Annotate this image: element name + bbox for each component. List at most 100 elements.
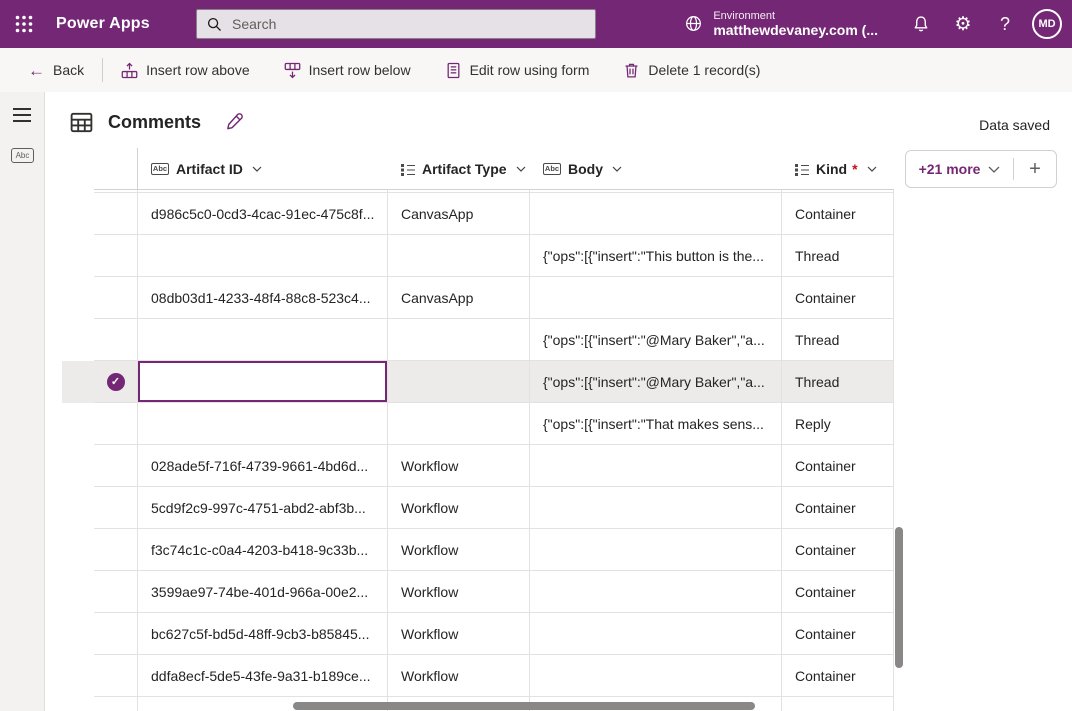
edit-row-using-form-button[interactable]: Edit row using form [443, 62, 592, 79]
table-row[interactable]: f3c74c1c-c0a4-4203-b418-9c33b... Workflo… [62, 529, 894, 571]
table-row[interactable]: 3599ae97-74be-401d-966a-00e2... Workflow… [62, 571, 894, 613]
cell-kind[interactable]: Thread [782, 235, 894, 277]
more-columns-button[interactable]: +21 more [906, 161, 1013, 177]
insert-row-below-button[interactable]: Insert row below [282, 62, 413, 79]
table-row[interactable]: 5cd9f2c9-997c-4751-abd2-abf3b... Workflo… [62, 487, 894, 529]
row-select-strip[interactable] [62, 445, 94, 487]
row-header-cell[interactable] [94, 529, 138, 571]
row-select-strip[interactable] [62, 277, 94, 319]
cell-kind[interactable]: Container [782, 613, 894, 655]
vertical-scrollbar-thumb[interactable] [895, 527, 903, 668]
cell-artifact-type[interactable]: CanvasApp [388, 277, 530, 319]
row-header-cell[interactable] [94, 193, 138, 235]
search-input[interactable] [230, 15, 560, 33]
cell-body[interactable]: {"ops":[{"insert":"@Mary Baker","a... [530, 319, 782, 361]
cell-body[interactable] [530, 487, 782, 529]
help-button[interactable]: ? [984, 0, 1026, 48]
app-title[interactable]: Power Apps [56, 15, 150, 33]
cell-artifact-id[interactable]: ddfa8ecf-5de5-43fe-9a31-b189ce... [138, 655, 388, 697]
row-select-strip[interactable] [62, 487, 94, 529]
cell-artifact-type[interactable] [388, 319, 530, 361]
cell-artifact-type[interactable]: Workflow [388, 487, 530, 529]
row-header-cell[interactable] [94, 319, 138, 361]
avatar[interactable]: MD [1032, 9, 1062, 39]
row-select-strip[interactable] [62, 319, 94, 361]
row-header-cell[interactable] [94, 403, 138, 445]
cell-body[interactable] [530, 571, 782, 613]
chevron-down-icon[interactable] [612, 166, 622, 172]
menu-icon[interactable] [13, 108, 31, 122]
table-row[interactable]: {"ops":[{"insert":"That makes sens... Re… [62, 403, 894, 445]
cell-artifact-id[interactable] [138, 403, 388, 445]
row-select-strip[interactable] [62, 655, 94, 697]
cell-artifact-type[interactable]: Workflow [388, 529, 530, 571]
cell-kind[interactable]: Container [782, 571, 894, 613]
column-header-kind[interactable]: Kind * [782, 148, 894, 190]
back-button[interactable]: ← Back [26, 62, 86, 79]
cell-artifact-type[interactable]: Workflow [388, 571, 530, 613]
cell-kind[interactable]: Container [782, 277, 894, 319]
chevron-down-icon[interactable] [516, 166, 526, 172]
row-select-strip[interactable] [62, 361, 94, 403]
chevron-down-icon[interactable] [252, 166, 262, 172]
cell-artifact-id[interactable]: 3599ae97-74be-401d-966a-00e2... [138, 571, 388, 613]
cell-artifact-type[interactable]: Workflow [388, 613, 530, 655]
cell-artifact-id[interactable] [138, 235, 388, 277]
cell-artifact-type[interactable] [388, 403, 530, 445]
table-row[interactable]: d986c5c0-0cd3-4cac-91ec-475c8f... Canvas… [62, 193, 894, 235]
table-row[interactable]: bc627c5f-bd5d-48ff-9cb3-b85845... Workfl… [62, 613, 894, 655]
column-header-artifact-id[interactable]: Artifact ID [138, 148, 388, 190]
row-header-cell[interactable] [94, 445, 138, 487]
cell-kind[interactable]: Container [782, 445, 894, 487]
cell-kind[interactable]: Container [782, 487, 894, 529]
notifications-button[interactable] [900, 0, 942, 48]
row-header-cell[interactable] [94, 235, 138, 277]
row-header-cell[interactable] [94, 613, 138, 655]
cell-artifact-id[interactable] [138, 319, 388, 361]
row-header-cell[interactable] [94, 277, 138, 319]
cell-artifact-id[interactable]: 5cd9f2c9-997c-4751-abd2-abf3b... [138, 487, 388, 529]
cell-kind[interactable]: Container [782, 193, 894, 235]
waffle-icon[interactable] [0, 0, 48, 48]
cell-artifact-type[interactable]: CanvasApp [388, 193, 530, 235]
chevron-down-icon[interactable] [867, 166, 877, 172]
edit-table-name-button[interactable] [225, 112, 244, 136]
cell-artifact-id[interactable]: 028ade5f-716f-4739-9661-4bd6d... [138, 445, 388, 487]
cell-body[interactable] [530, 655, 782, 697]
row-header-cell[interactable] [94, 655, 138, 697]
horizontal-scrollbar-thumb[interactable] [293, 702, 755, 710]
table-row[interactable]: {"ops":[{"insert":"@Mary Baker","a... Th… [62, 361, 894, 403]
cell-kind[interactable]: Container [782, 655, 894, 697]
cell-body[interactable] [530, 277, 782, 319]
cell-artifact-id[interactable]: bc627c5f-bd5d-48ff-9cb3-b85845... [138, 613, 388, 655]
cell-body[interactable]: {"ops":[{"insert":"This button is the... [530, 235, 782, 277]
cell-body[interactable]: {"ops":[{"insert":"That makes sens... [530, 403, 782, 445]
table-row[interactable]: 028ade5f-716f-4739-9661-4bd6d... Workflo… [62, 445, 894, 487]
row-select-strip[interactable] [62, 193, 94, 235]
row-select-strip[interactable] [62, 235, 94, 277]
row-select-strip[interactable] [62, 571, 94, 613]
cell-body[interactable]: {"ops":[{"insert":"@Mary Baker","a... [530, 361, 782, 403]
cell-body[interactable] [530, 613, 782, 655]
row-header-cell[interactable] [94, 571, 138, 613]
abc-field-icon[interactable]: Abc [11, 148, 34, 163]
cell-artifact-type[interactable]: Workflow [388, 445, 530, 487]
row-header-cell[interactable] [94, 487, 138, 529]
cell-artifact-type[interactable]: Workflow [388, 655, 530, 697]
insert-row-above-button[interactable]: Insert row above [119, 62, 252, 79]
table-row[interactable]: ddfa8ecf-5de5-43fe-9a31-b189ce... Workfl… [62, 655, 894, 697]
environment-picker[interactable]: Environment matthewdevaney.com (... [684, 10, 878, 39]
delete-records-button[interactable]: Delete 1 record(s) [621, 62, 762, 79]
column-header-artifact-type[interactable]: Artifact Type [388, 148, 530, 190]
cell-artifact-id[interactable]: 08db03d1-4233-48f4-88c8-523c4... [138, 277, 388, 319]
cell-kind[interactable]: Thread [782, 319, 894, 361]
row-select-strip[interactable] [62, 529, 94, 571]
cell-artifact-type[interactable] [388, 235, 530, 277]
row-select-strip[interactable] [62, 403, 94, 445]
settings-button[interactable]: ⚙ [942, 0, 984, 48]
cell-artifact-id[interactable]: d986c5c0-0cd3-4cac-91ec-475c8f... [138, 193, 388, 235]
cell-artifact-id[interactable]: f3c74c1c-c0a4-4203-b418-9c33b... [138, 529, 388, 571]
table-row[interactable]: {"ops":[{"insert":"@Mary Baker","a... Th… [62, 319, 894, 361]
row-select-strip[interactable] [62, 613, 94, 655]
global-search[interactable] [196, 9, 596, 39]
